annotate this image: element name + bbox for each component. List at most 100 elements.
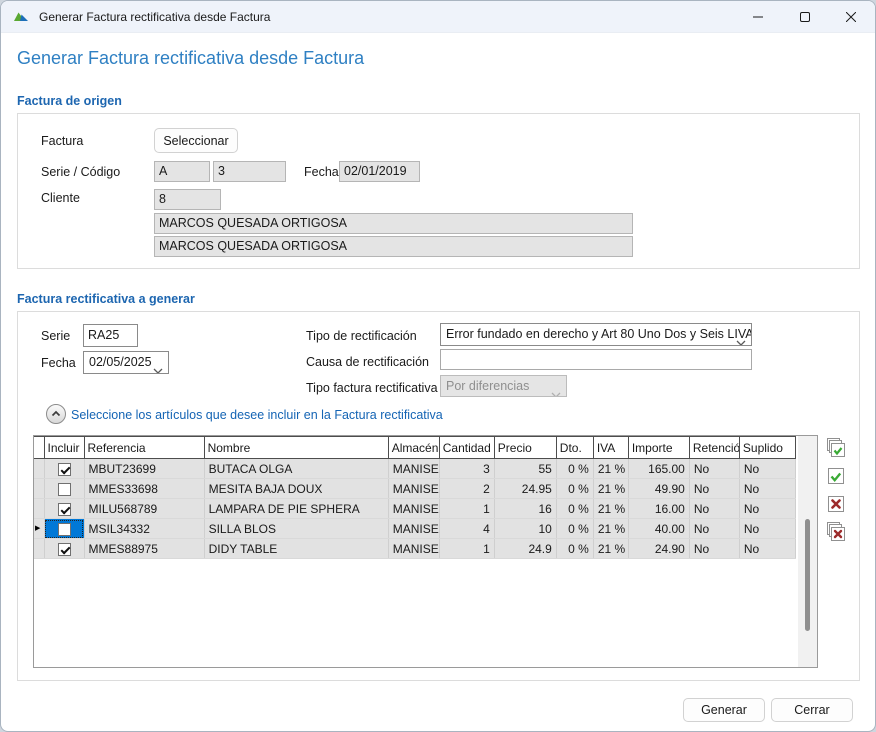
nombre-cell[interactable]: SILLA BLOS: [204, 519, 388, 539]
table-row[interactable]: MILU568789 LAMPARA DE PIE SPHERA MANISES…: [34, 499, 796, 519]
retencion-cell[interactable]: No: [689, 479, 739, 499]
dto-cell[interactable]: 0 %: [556, 459, 593, 479]
suplido-cell[interactable]: No: [739, 539, 795, 559]
suplido-cell[interactable]: No: [739, 499, 795, 519]
iva-cell[interactable]: 21 %: [593, 479, 628, 499]
cantidad-cell[interactable]: 3: [439, 459, 494, 479]
retencion-cell[interactable]: No: [689, 499, 739, 519]
row-selector-cell[interactable]: [34, 479, 44, 499]
row-selector-cell[interactable]: [34, 459, 44, 479]
table-row[interactable]: MBUT23699 BUTACA OLGA MANISES 3 55 0 % 2…: [34, 459, 796, 479]
importe-cell[interactable]: 165.00: [628, 459, 689, 479]
precio-cell[interactable]: 24.95: [494, 479, 556, 499]
retencion-cell[interactable]: No: [689, 459, 739, 479]
precio-cell[interactable]: 55: [494, 459, 556, 479]
incluir-cell[interactable]: [44, 459, 84, 479]
table-row[interactable]: MSIL34332 SILLA BLOS MANISES 4 10 0 % 21…: [34, 519, 796, 539]
incluir-checkbox[interactable]: [58, 523, 71, 536]
cantidad-cell[interactable]: 1: [439, 539, 494, 559]
tipo-rectificacion-select[interactable]: Error fundado en derecho y Art 80 Uno Do…: [440, 323, 752, 346]
referencia-cell[interactable]: MMES88975: [84, 539, 204, 559]
incluir-cell[interactable]: [44, 539, 84, 559]
precio-cell[interactable]: 16: [494, 499, 556, 519]
uncheck-selected-icon[interactable]: [825, 493, 847, 515]
referencia-cell[interactable]: MMES33698: [84, 479, 204, 499]
dto-cell[interactable]: 0 %: [556, 499, 593, 519]
titlebar[interactable]: Generar Factura rectificativa desde Fact…: [1, 1, 875, 33]
col-precio: Precio: [494, 437, 556, 459]
generate-button[interactable]: Generar: [683, 698, 765, 722]
almacen-cell[interactable]: MANISES: [388, 519, 439, 539]
referencia-cell[interactable]: MSIL34332: [84, 519, 204, 539]
suplido-cell[interactable]: No: [739, 459, 795, 479]
retencion-cell[interactable]: No: [689, 539, 739, 559]
importe-cell[interactable]: 49.90: [628, 479, 689, 499]
precio-cell[interactable]: 10: [494, 519, 556, 539]
minimize-button[interactable]: [735, 1, 781, 33]
check-all-icon[interactable]: [825, 437, 847, 459]
incluir-cell[interactable]: [44, 499, 84, 519]
row-selector-cell[interactable]: [34, 499, 44, 519]
col-referencia: Referencia: [84, 437, 204, 459]
nombre-cell[interactable]: BUTACA OLGA: [204, 459, 388, 479]
close-button[interactable]: [828, 1, 874, 33]
section-target-title: Factura rectificativa a generar: [17, 292, 195, 306]
referencia-cell[interactable]: MILU568789: [84, 499, 204, 519]
incluir-checkbox[interactable]: [58, 463, 71, 476]
precio-cell[interactable]: 24.9: [494, 539, 556, 559]
importe-cell[interactable]: 24.90: [628, 539, 689, 559]
suplido-cell[interactable]: No: [739, 519, 795, 539]
incluir-checkbox[interactable]: [58, 543, 71, 556]
referencia-cell[interactable]: MBUT23699: [84, 459, 204, 479]
chevron-down-icon: [153, 360, 163, 374]
collapse-articles-button[interactable]: [46, 404, 66, 424]
iva-cell[interactable]: 21 %: [593, 459, 628, 479]
iva-cell[interactable]: 21 %: [593, 499, 628, 519]
table-row[interactable]: MMES33698 MESITA BAJA DOUX MANISES 2 24.…: [34, 479, 796, 499]
dto-cell[interactable]: 0 %: [556, 519, 593, 539]
importe-cell[interactable]: 16.00: [628, 499, 689, 519]
close-dialog-button[interactable]: Cerrar: [771, 698, 853, 722]
col-dto: Dto.: [556, 437, 593, 459]
incluir-checkbox[interactable]: [58, 483, 71, 496]
dto-cell[interactable]: 0 %: [556, 479, 593, 499]
retencion-cell[interactable]: No: [689, 519, 739, 539]
cantidad-cell[interactable]: 2: [439, 479, 494, 499]
row-selector-cell[interactable]: [34, 519, 44, 539]
almacen-cell[interactable]: MANISES: [388, 539, 439, 559]
grid-vertical-scrollbar[interactable]: [798, 436, 817, 667]
incluir-cell[interactable]: [44, 479, 84, 499]
uncheck-all-icon[interactable]: [825, 521, 847, 543]
nombre-cell[interactable]: LAMPARA DE PIE SPHERA: [204, 499, 388, 519]
maximize-button[interactable]: [782, 1, 828, 33]
nombre-cell[interactable]: MESITA BAJA DOUX: [204, 479, 388, 499]
almacen-cell[interactable]: MANISES: [388, 499, 439, 519]
select-invoice-button[interactable]: Seleccionar: [154, 128, 238, 153]
incluir-checkbox[interactable]: [58, 503, 71, 516]
cliente-fiscal-name-field: MARCOS QUESADA ORTIGOSA: [154, 236, 633, 257]
factura-label: Factura: [41, 134, 83, 148]
cantidad-cell[interactable]: 4: [439, 519, 494, 539]
target-serie-input[interactable]: RA25: [83, 324, 138, 347]
cantidad-cell[interactable]: 1: [439, 499, 494, 519]
row-selector-cell[interactable]: [34, 539, 44, 559]
iva-cell[interactable]: 21 %: [593, 519, 628, 539]
check-selected-icon[interactable]: [825, 465, 847, 487]
scrollbar-thumb[interactable]: [805, 519, 810, 631]
causa-input[interactable]: [440, 349, 752, 370]
grid-header-row: Incluir Referencia Nombre Almacén Cantid…: [34, 437, 796, 459]
app-logo-icon: [13, 9, 29, 25]
cliente-label: Cliente: [41, 191, 80, 205]
importe-cell[interactable]: 40.00: [628, 519, 689, 539]
dto-cell[interactable]: 0 %: [556, 539, 593, 559]
nombre-cell[interactable]: DIDY TABLE: [204, 539, 388, 559]
iva-cell[interactable]: 21 %: [593, 539, 628, 559]
suplido-cell[interactable]: No: [739, 479, 795, 499]
almacen-cell[interactable]: MANISES: [388, 459, 439, 479]
incluir-cell[interactable]: [44, 519, 84, 539]
almacen-cell[interactable]: MANISES: [388, 479, 439, 499]
col-importe: Importe: [628, 437, 689, 459]
target-fecha-picker[interactable]: 02/05/2025: [83, 351, 169, 374]
target-fecha-value: 02/05/2025: [89, 355, 152, 369]
table-row[interactable]: MMES88975 DIDY TABLE MANISES 1 24.9 0 % …: [34, 539, 796, 559]
